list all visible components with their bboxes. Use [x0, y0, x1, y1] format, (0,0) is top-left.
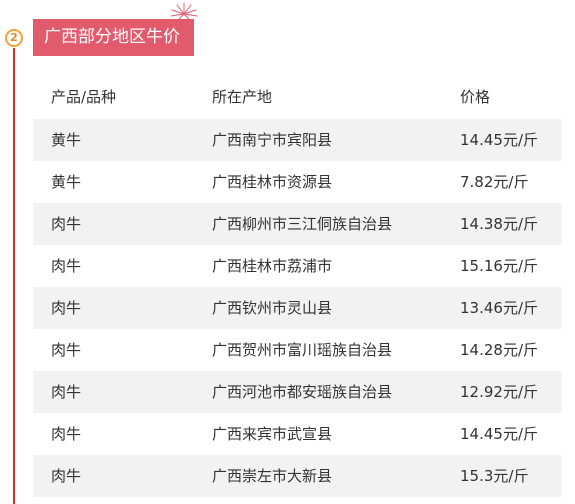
cell-product: 肉牛: [51, 467, 82, 485]
cell-price: 12.92元/斤: [460, 383, 538, 401]
table-row: 肉牛 广西贺州市富川瑶族自治县 14.28元/斤: [33, 329, 562, 371]
cell-price: 14.28元/斤: [460, 341, 538, 359]
cell-origin: 广西钦州市灵山县: [212, 299, 333, 317]
cell-origin: 广西崇左市大新县: [212, 467, 333, 485]
table-row: 黄牛 广西南宁市宾阳县 14.45元/斤: [33, 119, 562, 161]
table-row: 肉牛 广西柳州市三江侗族自治县 14.38元/斤: [33, 203, 562, 245]
table-row: 肉牛 广西崇左市大新县 15.3元/斤: [33, 455, 562, 497]
cell-origin: 广西河池市都安瑶族自治县: [212, 383, 393, 401]
cell-origin: 广西桂林市荔浦市: [212, 257, 333, 275]
cell-price: 15.3元/斤: [460, 467, 529, 485]
cell-product: 肉牛: [51, 299, 82, 317]
table-row: 肉牛 广西桂林市荔浦市 15.16元/斤: [33, 245, 562, 287]
cell-price: 14.45元/斤: [460, 131, 538, 149]
cell-price: 13.46元/斤: [460, 299, 538, 317]
cell-product: 肉牛: [51, 257, 82, 275]
cell-price: 14.38元/斤: [460, 215, 538, 233]
header-price: 价格: [460, 88, 491, 106]
table-row: 肉牛 广西来宾市武宣县 14.45元/斤: [33, 413, 562, 455]
sparkle-icon: [170, 2, 198, 23]
cell-price: 7.82元/斤: [460, 173, 529, 191]
step-number-badge: 2: [5, 29, 23, 47]
cell-product: 黄牛: [51, 173, 82, 191]
price-table: 产品/品种 所在产地 价格 黄牛 广西南宁市宾阳县 14.45元/斤 黄牛 广西…: [33, 75, 562, 497]
header-origin: 所在产地: [212, 88, 273, 106]
table-row: 肉牛 广西钦州市灵山县 13.46元/斤: [33, 287, 562, 329]
cell-product: 肉牛: [51, 383, 82, 401]
table-header-row: 产品/品种 所在产地 价格: [33, 75, 562, 119]
table-row: 肉牛 广西河池市都安瑶族自治县 12.92元/斤: [33, 371, 562, 413]
cell-origin: 广西桂林市资源县: [212, 173, 333, 191]
cell-product: 肉牛: [51, 215, 82, 233]
table-row: 黄牛 广西桂林市资源县 7.82元/斤: [33, 161, 562, 203]
timeline-line: [13, 48, 15, 504]
cell-price: 15.16元/斤: [460, 257, 538, 275]
cell-origin: 广西来宾市武宣县: [212, 425, 333, 443]
cell-origin: 广西南宁市宾阳县: [212, 131, 333, 149]
header-product: 产品/品种: [51, 88, 117, 106]
cell-product: 黄牛: [51, 131, 82, 149]
cell-price: 14.45元/斤: [460, 425, 538, 443]
cell-product: 肉牛: [51, 425, 82, 443]
cell-product: 肉牛: [51, 341, 82, 359]
cell-origin: 广西柳州市三江侗族自治县: [212, 215, 393, 233]
cell-origin: 广西贺州市富川瑶族自治县: [212, 341, 393, 359]
